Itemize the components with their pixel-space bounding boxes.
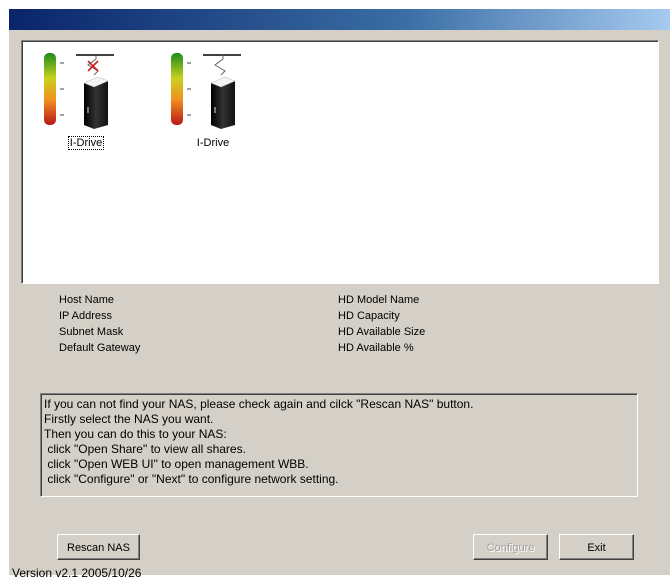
exit-button[interactable]: Exit	[559, 534, 634, 560]
device-item-1[interactable]: I-Drive	[36, 49, 136, 150]
hd-available-percent-label: HD Available %	[338, 342, 414, 354]
hd-capacity-label: HD Capacity	[338, 310, 400, 322]
device-label: I-Drive	[196, 137, 230, 149]
nas-disconnected-icon	[44, 53, 114, 129]
hd-model-name-label: HD Model Name	[338, 294, 420, 306]
device-list-panel[interactable]: I-Drive I-Drive	[21, 40, 659, 284]
subnet-mask-label: Subnet Mask	[59, 326, 124, 338]
hd-available-size-label: HD Available Size	[338, 326, 426, 338]
hint-line: click "Open WEB UI" to open management W…	[44, 457, 309, 471]
disk-info-labels: HD Model Name HD Capacity HD Available S…	[338, 292, 425, 356]
device-item-2[interactable]: I-Drive	[163, 49, 263, 149]
rescan-nas-button[interactable]: Rescan NAS	[57, 534, 140, 560]
hint-line: Then you can do this to your NAS:	[44, 427, 227, 441]
configure-button[interactable]: Configure	[473, 534, 548, 560]
title-bar[interactable]	[9, 9, 670, 30]
device-label: I-Drive	[67, 136, 105, 150]
ip-address-label: IP Address	[59, 310, 112, 322]
network-info-labels: Host Name IP Address Subnet Mask Default…	[59, 292, 140, 356]
version-label: Version v2.1 2005/10/26	[12, 566, 142, 580]
hint-line: Firstly select the NAS you want.	[44, 412, 214, 426]
hint-line: click "Configure" or "Next" to configure…	[44, 472, 339, 486]
host-name-label: Host Name	[59, 294, 115, 306]
hint-line: If you can not find your NAS, please che…	[44, 397, 474, 411]
instructions-box: If you can not find your NAS, please che…	[40, 393, 638, 497]
nas-connected-icon	[171, 53, 241, 129]
default-gateway-label: Default Gateway	[59, 342, 141, 354]
hint-line: click "Open Share" to view all shares.	[44, 442, 246, 456]
